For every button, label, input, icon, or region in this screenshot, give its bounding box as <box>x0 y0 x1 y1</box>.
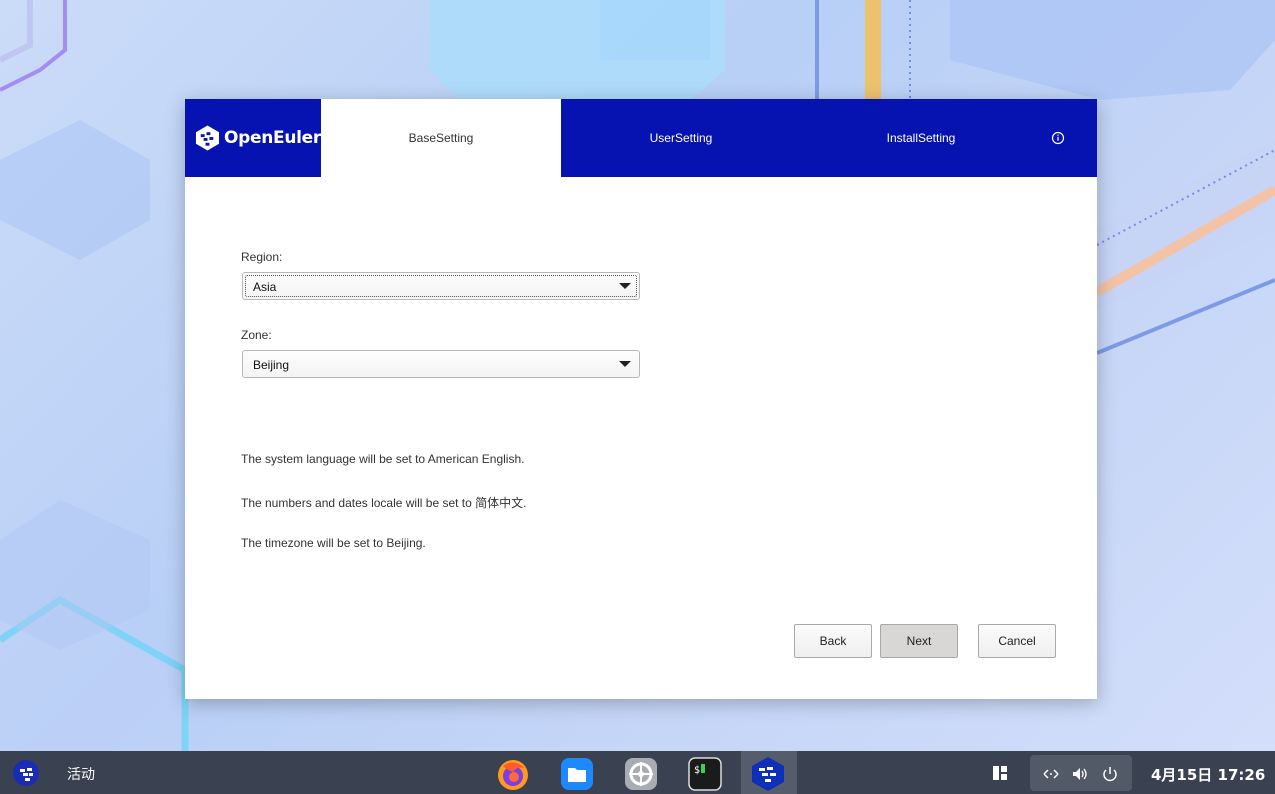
installer-window: OpenEuler BaseSetting UserSetting Instal… <box>185 99 1097 699</box>
terminal-icon[interactable]: $ <box>687 756 723 792</box>
files-icon[interactable] <box>559 756 595 792</box>
openeuler-menu-icon[interactable] <box>12 759 40 787</box>
zone-value: Beijing <box>253 358 290 372</box>
language-message: The system language will be set to Ameri… <box>241 452 525 466</box>
chevron-down-icon <box>619 283 631 289</box>
brand-name: OpenEuler <box>223 128 321 148</box>
volume-icon[interactable] <box>1071 765 1089 783</box>
openeuler-logo-icon <box>195 125 220 151</box>
back-button[interactable]: Back <box>794 624 872 658</box>
activities-button[interactable]: 活动 <box>67 764 95 784</box>
cancel-button[interactable]: Cancel <box>978 624 1056 658</box>
chevron-down-icon <box>619 361 631 367</box>
network-icon[interactable] <box>1042 765 1060 783</box>
tab-basesetting[interactable]: BaseSetting <box>321 99 561 177</box>
locale-message: The numbers and dates locale will be set… <box>241 496 527 510</box>
info-circle-icon[interactable] <box>1049 129 1067 147</box>
openeuler-installer-icon[interactable] <box>750 756 786 792</box>
power-icon[interactable] <box>1101 765 1119 783</box>
region-select[interactable]: Asia <box>242 272 640 300</box>
tab-installsetting[interactable]: InstallSetting <box>801 99 1041 177</box>
clock[interactable]: 4月15日 17:26 <box>1151 764 1265 785</box>
settings-icon[interactable] <box>623 756 659 792</box>
region-label: Region: <box>241 250 283 264</box>
layout-icon[interactable] <box>992 765 1008 781</box>
region-value: Asia <box>253 280 277 294</box>
system-tray[interactable] <box>1030 755 1132 791</box>
timezone-message: The timezone will be set to Beijing. <box>241 536 426 550</box>
taskbar: 活动 $ 4月15日 17:26 <box>0 751 1275 794</box>
svg-text:$: $ <box>694 765 700 776</box>
next-button[interactable]: Next <box>880 624 958 658</box>
zone-label: Zone: <box>241 328 272 342</box>
tab-usersetting[interactable]: UserSetting <box>561 99 801 177</box>
zone-select[interactable]: Beijing <box>242 350 640 378</box>
installer-header: OpenEuler BaseSetting UserSetting Instal… <box>185 99 1097 177</box>
brand-logo: OpenEuler <box>185 99 321 177</box>
firefox-icon[interactable] <box>495 756 531 792</box>
